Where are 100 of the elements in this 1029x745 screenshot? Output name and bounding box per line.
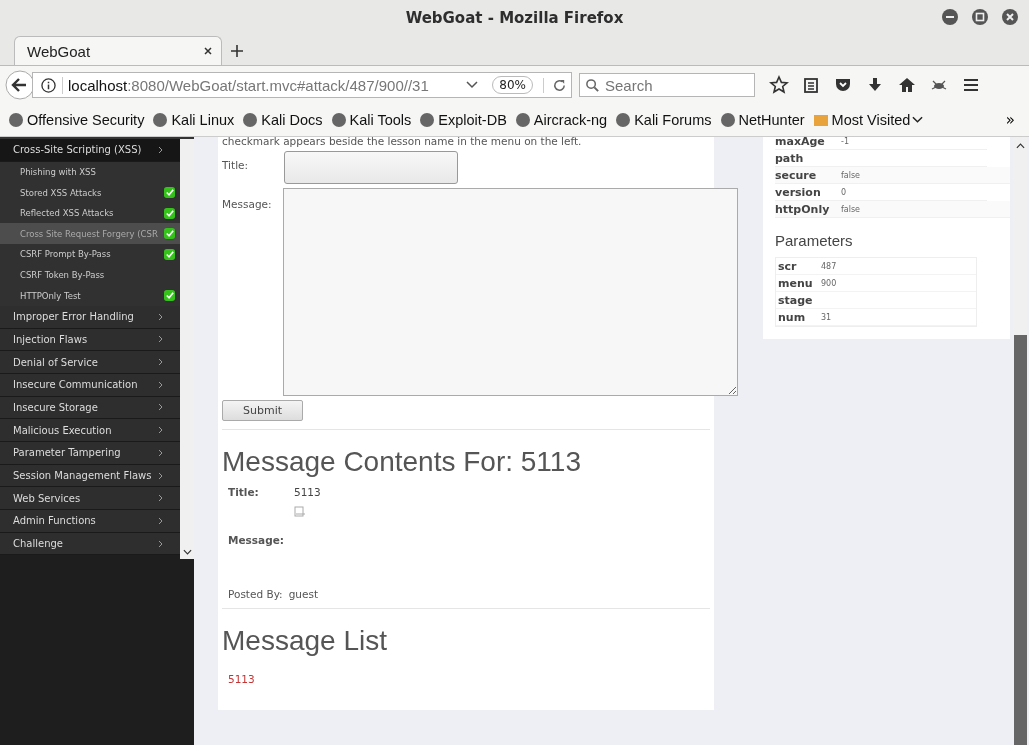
broken-image-icon xyxy=(294,506,306,518)
scroll-up-icon[interactable] xyxy=(1015,143,1025,149)
menu-category[interactable]: Improper Error Handling xyxy=(0,305,180,329)
category-label: Malicious Execution xyxy=(13,424,112,436)
parameter-value: 487 xyxy=(821,261,837,271)
menu-category[interactable]: Malicious Execution xyxy=(0,419,180,442)
close-icon[interactable] xyxy=(1001,8,1019,26)
chevron-icon xyxy=(158,471,164,480)
lesson-item[interactable]: Reflected XSS Attacks xyxy=(0,202,180,224)
submit-button[interactable]: Submit xyxy=(222,400,303,421)
property-name: secure xyxy=(775,168,818,182)
info-icon[interactable] xyxy=(41,77,56,93)
bookmark-icon xyxy=(330,112,347,128)
menu-category[interactable]: Injection Flaws xyxy=(0,328,180,352)
menu-category[interactable]: Web Services xyxy=(0,487,180,511)
chevron-icon xyxy=(158,358,164,367)
menu-category[interactable]: Denial of Service xyxy=(0,351,180,374)
folder-icon xyxy=(812,112,829,128)
window-title: WebGoat - Mozilla Firefox xyxy=(405,8,624,27)
section-heading: Message List xyxy=(222,625,387,657)
bookmark-icon xyxy=(8,112,24,128)
property-value: -1 xyxy=(841,137,849,146)
home-icon[interactable] xyxy=(897,75,917,95)
lesson-item[interactable]: Phishing with XSS xyxy=(0,161,180,183)
scrollbar[interactable] xyxy=(180,139,194,559)
category-label: Session Management Flaws xyxy=(13,470,152,481)
bookmark-link[interactable]: Kali Docs xyxy=(242,112,323,128)
lesson-label: HTTPOnly Test xyxy=(20,290,81,301)
bookmark-icon xyxy=(242,112,259,128)
menu-category[interactable]: Admin Functions xyxy=(0,510,180,533)
lesson-label: CSRF Token By-Pass xyxy=(20,269,105,280)
property-name: maxAge xyxy=(775,137,826,148)
clipboard-icon[interactable] xyxy=(801,75,821,95)
title-input[interactable] xyxy=(284,151,458,184)
parameter-value: 900 xyxy=(821,278,837,288)
field-label: Message: xyxy=(228,534,285,546)
bookmark-link[interactable]: Exploit-DB xyxy=(419,112,507,128)
bookmark-link[interactable]: NetHunter xyxy=(719,112,805,128)
bookmark-link[interactable]: Kali Forums xyxy=(615,112,712,128)
back-icon[interactable] xyxy=(5,70,35,100)
bookmark-link[interactable]: Kali Linux xyxy=(152,112,235,128)
lesson-label: Reflected XSS Attacks xyxy=(20,208,114,219)
menu-category[interactable]: Challenge xyxy=(0,532,180,556)
dropdown-icon[interactable] xyxy=(466,81,479,89)
category-label: Challenge xyxy=(13,538,63,550)
search-field[interactable]: Search xyxy=(579,73,755,97)
search-icon xyxy=(585,78,600,93)
scrollbar[interactable] xyxy=(1013,137,1027,745)
property-value: false xyxy=(841,170,861,180)
address-field[interactable]: localhost:8080/WebGoat/start.mvc#attack/487/900//31 80% xyxy=(32,72,572,98)
maximize-icon[interactable] xyxy=(971,8,989,26)
bookmark-link[interactable]: Offensive Security xyxy=(8,112,145,128)
menu-category[interactable]: Insecure Storage xyxy=(0,396,180,420)
url-text: localhost:8080/WebGoat/start.mvc#attack/487/900//31 xyxy=(62,76,461,94)
browser-tab[interactable]: WebGoat xyxy=(14,36,222,65)
parameter-name: stage xyxy=(777,293,814,307)
chevron-icon xyxy=(158,539,164,548)
lesson-item[interactable]: CSRF Token By-Pass xyxy=(0,264,180,286)
message-link[interactable]: 5113 xyxy=(228,673,255,685)
bookmark-icon xyxy=(152,112,169,128)
property-name: httpOnly xyxy=(775,202,831,216)
star-icon[interactable] xyxy=(769,75,789,95)
close-icon[interactable] xyxy=(203,46,213,56)
bookmark-link[interactable]: Most Visited xyxy=(812,112,924,128)
parameter-name: num xyxy=(777,310,807,324)
author-value: guest xyxy=(288,588,318,600)
bookmark-link[interactable]: Kali Tools xyxy=(330,112,412,128)
lesson-label: Phishing with XSS xyxy=(20,167,96,177)
property-value: 0 xyxy=(841,187,847,197)
category-label: Parameter Tampering xyxy=(13,447,121,459)
parameter-name: menu xyxy=(777,276,814,290)
lesson-item[interactable]: Stored XSS Attacks xyxy=(0,182,180,203)
property-value: false xyxy=(841,204,861,214)
lesson-label: Stored XSS Attacks xyxy=(20,187,102,198)
chevron-icon xyxy=(158,426,164,435)
overflow-icon[interactable]: » xyxy=(1005,111,1015,129)
field-label: Posted By: xyxy=(228,588,283,600)
minimize-icon[interactable] xyxy=(941,8,959,26)
lesson-item[interactable]: CSRF Prompt By-Pass xyxy=(0,244,180,265)
menu-category[interactable]: Insecure Communication xyxy=(0,373,180,397)
menu-category[interactable]: Session Management Flaws xyxy=(0,464,180,488)
chevron-icon xyxy=(158,145,164,154)
chevron-icon xyxy=(158,448,164,457)
lesson-item[interactable]: HTTPOnly Test xyxy=(0,285,180,306)
bookmark-icon xyxy=(615,112,632,128)
field-label: Title: xyxy=(228,486,260,498)
lesson-item[interactable]: Cross Site Request Forgery (CSR xyxy=(0,223,180,245)
property-name: path xyxy=(775,151,805,165)
reload-icon[interactable] xyxy=(543,77,567,93)
new-tab-icon[interactable] xyxy=(230,44,244,58)
scroll-down-icon[interactable] xyxy=(182,549,192,555)
bookmark-icon xyxy=(719,112,736,128)
bookmark-icon xyxy=(514,112,531,128)
dropdown-icon xyxy=(912,116,924,124)
menu-category[interactable]: Cross-Site Scripting (XSS) xyxy=(0,139,180,162)
title-value: 5113 xyxy=(294,486,321,498)
menu-category[interactable]: Parameter Tampering xyxy=(0,441,180,465)
property-name: version xyxy=(775,185,822,199)
category-label: Cross-Site Scripting (XSS) xyxy=(13,144,142,156)
bookmark-link[interactable]: Aircrack-ng xyxy=(514,112,608,128)
